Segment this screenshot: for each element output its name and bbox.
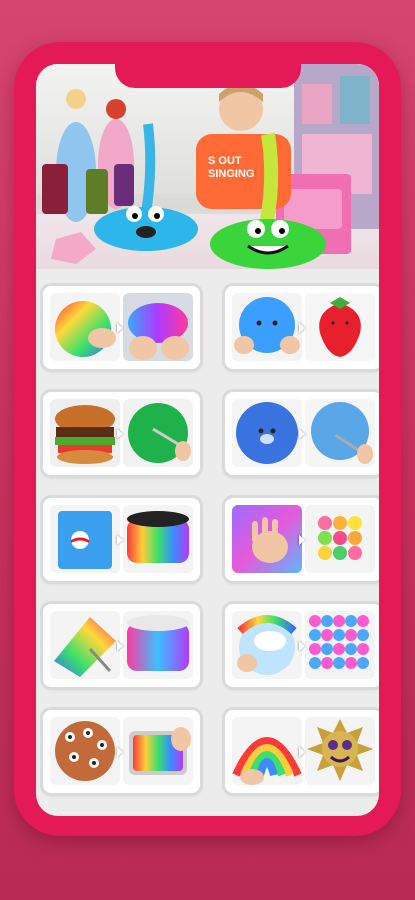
video-card-rainbow-apple[interactable] <box>43 286 200 369</box>
phone-notch <box>115 60 301 88</box>
thumb-rainbow-apple-slime <box>50 293 120 361</box>
play-arrow-icon <box>299 641 305 651</box>
video-card-burger-slime[interactable] <box>43 392 200 475</box>
play-arrow-icon <box>299 323 305 333</box>
hero-illustration: S OUT SINGING <box>42 64 379 269</box>
thumb-rainbow-glitter-slime <box>232 717 302 785</box>
thumb-blue-bear-squishy <box>232 399 302 467</box>
thumb-green-balloon-slime <box>123 399 193 467</box>
paper-decoration <box>51 232 96 264</box>
video-card-cloud-slime[interactable] <box>225 604 379 687</box>
play-arrow-icon <box>299 747 305 757</box>
app-screen: S OUT SINGING <box>36 64 379 816</box>
thumb-rainbow-slime-cut <box>50 611 120 679</box>
thumb-blue-squishy-face <box>232 293 302 361</box>
phone-frame: S OUT SINGING <box>14 42 401 836</box>
video-card-glitter-sun[interactable] <box>225 710 379 793</box>
thumb-rainbow-tray-slime <box>123 717 193 785</box>
video-card-bear-squishy[interactable] <box>225 392 379 475</box>
video-card-rainbow-cut[interactable] <box>43 604 200 687</box>
thumb-hand-print-slime <box>232 505 302 573</box>
thumb-bubble-cube-squishy <box>305 505 375 573</box>
thumb-glitter-sun-face <box>305 717 375 785</box>
thumb-rainbow-slime-tub <box>123 505 193 573</box>
shirt-text-line2: SINGING <box>208 168 254 180</box>
thumb-blue-balloon-cut <box>305 399 375 467</box>
thumb-burger-slime <box>50 399 120 467</box>
thumb-pepsi-slime-bag <box>50 505 120 573</box>
thumb-cloud-slime <box>232 611 302 679</box>
play-arrow-icon <box>117 747 123 757</box>
play-arrow-icon <box>117 535 123 545</box>
green-slime-blob <box>210 219 326 269</box>
video-card-hand-print[interactable] <box>225 498 379 581</box>
thumb-strawberry-squishy <box>305 293 375 361</box>
play-arrow-icon <box>299 429 305 439</box>
thumb-pink-blue-bead-slime <box>305 611 375 679</box>
hero-banner[interactable]: S OUT SINGING <box>36 64 379 269</box>
glue-bottle-red <box>42 164 68 214</box>
play-arrow-icon <box>299 535 305 545</box>
play-arrow-icon <box>117 323 123 333</box>
video-card-blue-squishy[interactable] <box>225 286 379 369</box>
play-arrow-icon <box>117 641 123 651</box>
play-arrow-icon <box>117 429 123 439</box>
video-card-pepsi-slime[interactable] <box>43 498 200 581</box>
thumb-galaxy-slime-stretch <box>123 293 193 361</box>
glue-bottle-green <box>86 169 108 214</box>
yellow-slime-stream <box>257 132 279 236</box>
glue-bottle-purple <box>114 164 134 206</box>
thumb-cookie-monster-slime <box>50 717 120 785</box>
shirt-text-line1: S OUT <box>208 155 242 167</box>
video-card-cookie-monster[interactable] <box>43 710 200 793</box>
thumb-rainbow-slime-bowl <box>123 611 193 679</box>
